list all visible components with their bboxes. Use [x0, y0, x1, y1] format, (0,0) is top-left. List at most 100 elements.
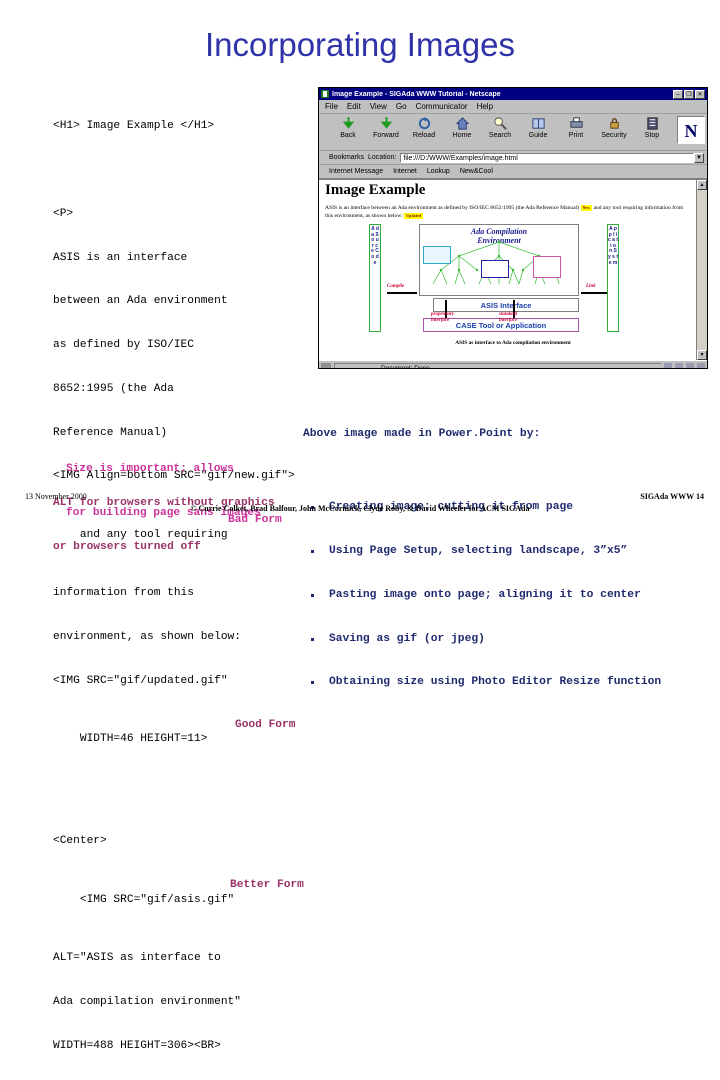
minimize-button[interactable]: – — [673, 89, 683, 99]
newsgroup-icon[interactable] — [675, 363, 683, 368]
lock-icon — [609, 118, 619, 129]
menu-view[interactable]: View — [370, 102, 387, 111]
code-line: information from this — [53, 587, 194, 600]
asis-diagram-image: A d a S o u r c e C o d e A p p l i c a … — [357, 222, 659, 334]
diagram-compile-arrow — [387, 292, 417, 294]
personal-item-internet[interactable]: Internet — [393, 168, 417, 175]
toolbar-search-button[interactable]: Search — [481, 116, 519, 139]
toolbar-guide-button[interactable]: Guide — [519, 116, 557, 139]
toolbar-security-label: Security — [601, 132, 627, 139]
footer-copyright: © Currie Colket, Brad Balfour, John McCo… — [190, 504, 530, 513]
code-line-text: <IMG SRC="gif/asis.gif" — [79, 893, 235, 906]
code-line-with-annotation: WIDTH=46 HEIGHT=11> Good Form — [53, 718, 325, 762]
status-component-icons — [661, 363, 705, 368]
scroll-down-icon[interactable]: ▼ — [697, 350, 707, 360]
code-line: as defined by ISO/IEC — [53, 339, 194, 352]
forward-arrow-icon — [380, 116, 392, 129]
footer-deck-label: SIGAda WWW 14 — [640, 492, 704, 501]
bookmarks-button[interactable]: Bookmarks — [329, 154, 364, 161]
browser-window-title: Image Example - SIGAda WWW Tutorial - Ne… — [332, 90, 501, 98]
menu-help[interactable]: Help — [477, 102, 493, 111]
list-item: Obtaining size using Photo Editor Resize… — [303, 675, 661, 690]
toolbar-reload-button[interactable]: Reload — [405, 116, 443, 139]
browser-content-area: Image Example ASIS is an interface betwe… — [319, 179, 707, 360]
toolbar-search-label: Search — [488, 132, 512, 139]
updated-gif-badge: Updated — [404, 212, 423, 219]
toolbar-stop-label: Stop — [644, 132, 660, 139]
code-line: between an Ada environment — [53, 295, 228, 308]
diagram-unit-box-3 — [533, 256, 561, 278]
personal-item-new-and-cool[interactable]: New&Cool — [460, 168, 493, 175]
address-book-icon[interactable] — [686, 363, 694, 368]
code-line: <Center> — [53, 835, 107, 848]
diagram-unit-box-1 — [423, 246, 451, 264]
toolbar-stop-button[interactable]: Stop — [633, 116, 671, 139]
toolbar-guide-label: Guide — [528, 132, 548, 139]
netscape-browser-window: Image Example - SIGAda WWW Tutorial - Ne… — [318, 87, 708, 369]
browser-toolbar: Back Forward Reload Home Search Guide Pr… — [319, 114, 707, 151]
status-message: Document: Done — [334, 362, 661, 368]
rendered-page-paragraph: ASIS is an interface between an Ada envi… — [325, 204, 685, 220]
scroll-up-icon[interactable]: ▲ — [697, 180, 707, 190]
diagram-link-arrow — [581, 292, 607, 294]
code-line: ASIS is an interface — [53, 251, 188, 264]
good-form-annotation: Good Form — [235, 718, 296, 731]
personal-item-lookup[interactable]: Lookup — [427, 168, 450, 175]
diagram-application-system-label: A p p l i c a t i o n S y s t e m — [607, 224, 619, 332]
netscape-logo-icon[interactable]: N — [677, 116, 705, 144]
diagram-environment-title-line-1: Ada Compilation — [470, 227, 528, 236]
diagram-link-label: Link — [586, 284, 596, 289]
code-line: 8652:1995 (the Ada — [53, 382, 174, 395]
toolbar-back-label: Back — [340, 132, 356, 139]
maximize-button[interactable]: ❐ — [684, 89, 694, 99]
list-item: Using Page Setup, selecting landscape, 3… — [303, 544, 661, 559]
page-title: Incorporating Images — [204, 26, 515, 63]
better-form-annotation: Better Form — [230, 879, 304, 892]
toolbar-forward-label: Forward — [373, 132, 399, 139]
diagram-caption: ASIS as interface to Ada compilation env… — [455, 340, 571, 346]
toolbar-reload-label: Reload — [412, 132, 436, 139]
browser-personal-toolbar: Internet Message Internet Lookup New&Coo… — [319, 165, 707, 179]
mailbox-icon[interactable] — [664, 363, 672, 368]
alt-note-line-2: or browsers turned off — [53, 540, 201, 553]
toolbar-security-button[interactable]: Security — [595, 116, 633, 139]
back-arrow-icon — [342, 116, 354, 129]
close-button[interactable]: ✕ — [695, 89, 705, 99]
toolbar-print-label: Print — [568, 132, 584, 139]
code-line-text: WIDTH=46 HEIGHT=11> — [79, 733, 208, 746]
home-icon — [455, 117, 469, 130]
diagram-unit-box-2 — [481, 260, 509, 278]
netscape-app-icon — [321, 90, 329, 98]
footer-date: 13 November 2000 — [25, 492, 87, 501]
menu-go[interactable]: Go — [396, 102, 407, 111]
new-gif-badge: New — [580, 204, 593, 211]
code-line-with-annotation: <IMG SRC="gif/asis.gif" Better Form — [53, 878, 325, 922]
toolbar-home-button[interactable]: Home — [443, 116, 481, 139]
code-line: <IMG SRC="gif/updated.gif" — [53, 674, 228, 687]
search-icon — [493, 117, 507, 130]
diagram-proprietary-interface-label: proprietary interface — [431, 312, 455, 323]
toolbar-back-button[interactable]: Back — [329, 116, 367, 139]
browser-menu-bar: File Edit View Go Communicator Help — [319, 100, 707, 114]
personal-item-internet-message[interactable]: Internet Message — [329, 168, 383, 175]
window-controls: – ❐ ✕ — [673, 89, 705, 99]
location-input[interactable]: file:///D:/WWW/Examples/image.html — [400, 152, 694, 163]
menu-communicator[interactable]: Communicator — [416, 102, 468, 111]
code-line: Ada compilation environment" — [53, 995, 241, 1008]
chevron-down-icon[interactable]: ▼ — [694, 152, 704, 163]
composer-icon[interactable] — [697, 363, 705, 368]
menu-file[interactable]: File — [325, 102, 338, 111]
toolbar-print-button[interactable]: Print — [557, 116, 595, 139]
alt-note: ALT for browsers without graphics or bro… — [53, 467, 275, 569]
powerpoint-instructions-heading: Above image made in Power.Point by: — [303, 428, 541, 441]
guide-icon — [531, 118, 545, 129]
diagram-standard-interface-label: standard interface — [499, 312, 518, 323]
toolbar-forward-button[interactable]: Forward — [367, 116, 405, 139]
html-source-code-block: <H1> Image Example </H1> <P> ASIS is an … — [53, 90, 325, 1080]
content-vertical-scrollbar[interactable]: ▲ ▼ — [696, 180, 707, 360]
browser-location-bar: Bookmarks Location: file:///D:/WWW/Examp… — [319, 151, 707, 165]
list-item: Pasting image onto page; aligning it to … — [303, 588, 661, 603]
diagram-ada-source-label: A d a S o u r c e C o d e — [369, 224, 381, 332]
menu-edit[interactable]: Edit — [347, 102, 361, 111]
